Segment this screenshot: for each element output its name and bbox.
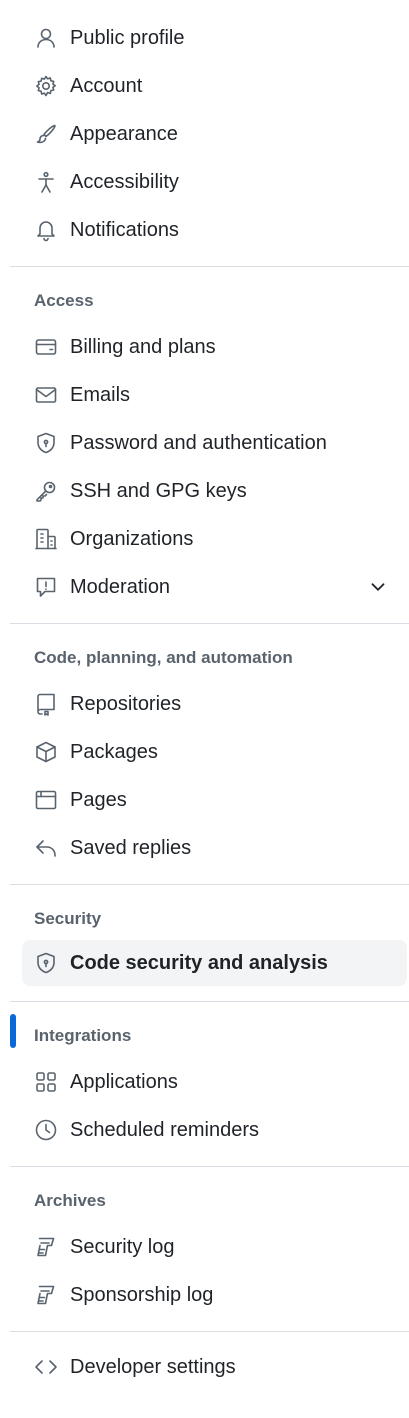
nav-item-label: Pages xyxy=(70,789,127,811)
browser-icon xyxy=(33,787,59,813)
nav-item-label: Scheduled reminders xyxy=(70,1119,259,1141)
security-group: Security Code security and analysis xyxy=(0,907,409,986)
repo-icon xyxy=(33,691,59,717)
nav-item-accessibility[interactable]: Accessibility xyxy=(22,158,407,206)
shield-lock-icon xyxy=(33,950,59,976)
nav-item-label: Moderation xyxy=(70,576,171,598)
integrations-group: Integrations Applications Scheduled remi… xyxy=(0,1024,409,1154)
credit-card-icon xyxy=(33,334,59,360)
nav-item-organizations[interactable]: Organizations xyxy=(22,515,407,563)
nav-item-label: SSH and GPG keys xyxy=(70,480,247,502)
paintbrush-icon xyxy=(33,121,59,147)
nav-item-ssh-gpg-keys[interactable]: SSH and GPG keys xyxy=(22,467,407,515)
nav-item-label: Public profile xyxy=(70,27,185,49)
nav-item-scheduled-reminders[interactable]: Scheduled reminders xyxy=(22,1106,407,1154)
reply-icon xyxy=(33,835,59,861)
section-title-code-planning: Code, planning, and automation xyxy=(34,648,293,667)
section-title-integrations: Integrations xyxy=(34,1026,132,1045)
log-icon xyxy=(33,1282,59,1308)
report-icon xyxy=(33,574,59,600)
package-icon xyxy=(33,739,59,765)
nav-item-public-profile[interactable]: Public profile xyxy=(22,14,407,62)
clock-icon xyxy=(33,1117,59,1143)
nav-item-code-security[interactable]: Code security and analysis xyxy=(22,940,407,986)
nav-item-label: Appearance xyxy=(70,123,178,145)
person-icon xyxy=(33,25,59,51)
mail-icon xyxy=(33,382,59,408)
nav-item-label: Packages xyxy=(70,741,158,763)
nav-item-password[interactable]: Password and authentication xyxy=(22,419,407,467)
accessibility-icon xyxy=(33,169,59,195)
nav-item-security-log[interactable]: Security log xyxy=(22,1223,407,1271)
section-title-access: Access xyxy=(34,291,94,310)
organization-icon xyxy=(33,526,59,552)
nav-item-packages[interactable]: Packages xyxy=(22,728,407,776)
nav-item-moderation[interactable]: Moderation xyxy=(22,563,407,611)
nav-item-label: Account xyxy=(70,75,143,97)
nav-item-label: Organizations xyxy=(70,528,194,550)
nav-item-account[interactable]: Account xyxy=(22,62,407,110)
nav-item-repositories[interactable]: Repositories xyxy=(22,680,407,728)
nav-item-label: Code security and analysis xyxy=(70,952,328,974)
settings-sidebar: Public profile Account Appearance Access… xyxy=(0,0,409,1391)
personal-settings-group: Public profile Account Appearance Access… xyxy=(0,14,409,254)
nav-item-label: Repositories xyxy=(70,693,182,715)
nav-item-label: Billing and plans xyxy=(70,336,216,358)
nav-item-label: Security log xyxy=(70,1236,175,1258)
archives-group: Archives Security log Sponsorship log xyxy=(0,1189,409,1319)
nav-item-notifications[interactable]: Notifications xyxy=(22,206,407,254)
gear-icon xyxy=(33,73,59,99)
nav-item-saved-replies[interactable]: Saved replies xyxy=(22,824,407,872)
nav-item-appearance[interactable]: Appearance xyxy=(22,110,407,158)
code-icon xyxy=(33,1354,59,1380)
bell-icon xyxy=(33,217,59,243)
section-title-archives: Archives xyxy=(34,1191,106,1210)
nav-item-label: Password and authentication xyxy=(70,432,327,454)
nav-item-emails[interactable]: Emails xyxy=(22,371,407,419)
nav-item-label: Saved replies xyxy=(70,837,192,859)
nav-item-applications[interactable]: Applications xyxy=(22,1058,407,1106)
nav-item-label: Emails xyxy=(70,384,131,406)
nav-item-billing[interactable]: Billing and plans xyxy=(22,323,407,371)
nav-item-label: Accessibility xyxy=(70,171,179,193)
nav-item-label: Applications xyxy=(70,1071,178,1093)
nav-item-label: Notifications xyxy=(70,219,179,241)
active-indicator xyxy=(10,1014,16,1048)
section-title-security: Security xyxy=(34,909,102,928)
key-icon xyxy=(33,478,59,504)
shield-lock-icon xyxy=(33,430,59,456)
log-icon xyxy=(33,1234,59,1260)
access-group: Access Billing and plans Emails Password… xyxy=(0,289,409,611)
nav-item-pages[interactable]: Pages xyxy=(22,776,407,824)
nav-item-label: Sponsorship log xyxy=(70,1284,214,1306)
nav-item-sponsorship-log[interactable]: Sponsorship log xyxy=(22,1271,407,1319)
chevron-down-icon[interactable] xyxy=(367,576,389,598)
apps-icon xyxy=(33,1069,59,1095)
code-planning-group: Code, planning, and automation Repositor… xyxy=(0,646,409,872)
nav-item-developer-settings[interactable]: Developer settings xyxy=(22,1343,407,1391)
nav-item-label: Developer settings xyxy=(70,1356,236,1378)
developer-group: Developer settings xyxy=(0,1343,409,1391)
